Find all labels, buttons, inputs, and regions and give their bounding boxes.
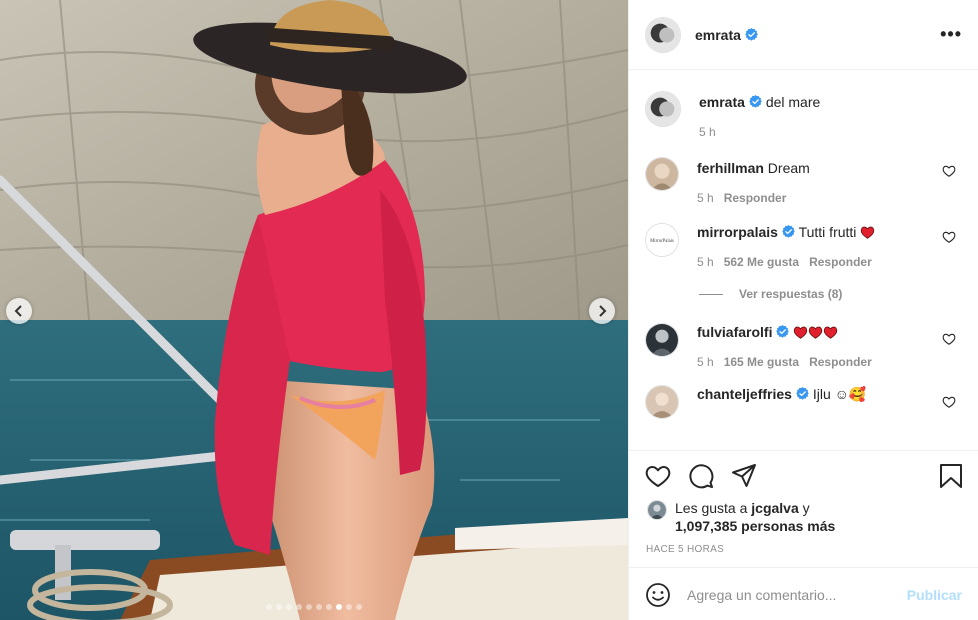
more-options-button[interactable]: ••• [940, 24, 962, 45]
comment-username[interactable]: fulviafarolfi [697, 324, 772, 340]
comment-like-button[interactable] [942, 332, 956, 346]
post-media[interactable] [0, 0, 628, 620]
instagram-post-view: emrata ••• emrata del mare 5 h ferhillma… [0, 0, 978, 620]
red-heart-icon [793, 325, 808, 339]
comment-like-button[interactable] [942, 164, 956, 178]
verified-badge-icon [782, 225, 795, 238]
carousel-dot [356, 604, 362, 610]
caption-username[interactable]: emrata [699, 94, 745, 110]
author-username[interactable]: emrata [695, 27, 758, 43]
carousel-indicator [0, 604, 628, 610]
reply-button[interactable]: Responder [724, 191, 787, 205]
chevron-right-icon [599, 305, 607, 317]
likes-prefix: Les gusta a [675, 500, 748, 516]
view-replies-button[interactable]: Ver respuestas (8) [699, 287, 962, 301]
share-button[interactable] [731, 463, 757, 489]
comment-likes-count[interactable]: 165 Me gusta [724, 355, 799, 369]
post-photo [0, 0, 628, 620]
liker-avatar[interactable] [647, 500, 667, 520]
carousel-dot [286, 604, 292, 610]
red-heart-icon [860, 225, 875, 239]
red-heart-icon [808, 325, 823, 339]
carousel-prev-button[interactable] [6, 298, 32, 324]
share-icon [732, 464, 756, 487]
carousel-next-button[interactable] [589, 298, 615, 324]
comment-icon [689, 464, 714, 489]
comment-text: Dream [767, 160, 810, 176]
post-side-panel: emrata ••• emrata del mare 5 h ferhillma… [628, 0, 978, 620]
carousel-dot [306, 604, 312, 610]
comment-item: chanteljeffries Ijlu ☺🥰 [645, 385, 962, 419]
verified-badge-icon [796, 387, 809, 400]
liker-username[interactable]: jcgalva [751, 500, 798, 516]
caption-time[interactable]: 5 h [699, 125, 716, 139]
post-timestamp[interactable]: HACE 5 HORAS [646, 544, 724, 555]
replies-divider [699, 293, 723, 295]
likes-count[interactable]: 1,097,385 personas más [675, 518, 835, 534]
chevron-left-icon [14, 305, 22, 317]
reply-button[interactable]: Responder [809, 355, 872, 369]
comment-username[interactable]: ferhillman [697, 160, 764, 176]
like-button[interactable] [645, 463, 671, 489]
heart-icon [942, 164, 956, 178]
commenter-avatar[interactable] [645, 385, 679, 419]
comment-item: MirrorPalais mirrorpalais Tutti frutti 5… [645, 223, 962, 269]
commenter-avatar[interactable] [645, 157, 679, 191]
comment-time[interactable]: 5 h [697, 191, 714, 205]
comment-username[interactable]: mirrorpalais [697, 224, 778, 240]
comment-item: fulviafarolfi 5 h 165 Me gusta Responder [645, 323, 962, 369]
post-header: emrata ••• [629, 0, 978, 70]
author-avatar[interactable] [645, 16, 681, 53]
likes-joiner: y [802, 500, 810, 516]
save-button[interactable] [938, 463, 964, 489]
verified-badge-icon [749, 95, 762, 108]
heart-icon [942, 230, 956, 244]
comment-input[interactable] [687, 586, 907, 603]
comment-like-button[interactable] [942, 395, 956, 409]
smile-icon [646, 582, 670, 607]
author-avatar-small[interactable] [645, 91, 681, 127]
carousel-dot [316, 604, 322, 610]
comment-text: Tutti frutti [798, 224, 857, 240]
commenter-avatar[interactable]: MirrorPalais [645, 223, 679, 257]
comment-like-button[interactable] [942, 230, 956, 244]
view-replies-label: Ver respuestas (8) [739, 287, 843, 301]
post-actions: Les gusta a jcgalva y 1,097,385 personas… [629, 450, 978, 620]
carousel-dot [266, 604, 272, 610]
reply-button[interactable]: Responder [809, 255, 872, 269]
heart-icon [942, 332, 956, 346]
red-heart-icon [823, 325, 838, 339]
carousel-dot [296, 604, 302, 610]
caption-text: del mare [765, 94, 821, 110]
comment-item: ferhillman Dream 5 h Responder [645, 157, 962, 205]
likes-summary: Les gusta a jcgalva y 1,097,385 personas… [647, 499, 835, 535]
carousel-dot-active [336, 604, 342, 610]
heart-icon [942, 395, 956, 409]
emoji-button[interactable] [645, 582, 671, 608]
carousel-dot [346, 604, 352, 610]
mirror-avatar-text: MirrorPalais [650, 239, 674, 244]
comments-list[interactable]: emrata del mare 5 h ferhillman Dream 5 h… [629, 71, 978, 449]
caption: emrata del mare 5 h [645, 91, 962, 139]
heart-icon [645, 466, 671, 487]
comment-button[interactable] [688, 463, 714, 489]
bookmark-icon [940, 464, 962, 488]
comment-time[interactable]: 5 h [697, 355, 714, 369]
carousel-dot [276, 604, 282, 610]
comment-likes-count[interactable]: 562 Me gusta [724, 255, 799, 269]
verified-badge-icon [776, 325, 789, 338]
verified-badge-icon [745, 28, 758, 41]
add-comment-bar: Publicar [629, 567, 978, 620]
comment-time[interactable]: 5 h [697, 255, 714, 269]
comment-text: Ijlu ☺🥰 [812, 386, 867, 402]
carousel-dot [326, 604, 332, 610]
comment-username[interactable]: chanteljeffries [697, 386, 792, 402]
commenter-avatar[interactable] [645, 323, 679, 357]
publish-button[interactable]: Publicar [907, 587, 962, 603]
